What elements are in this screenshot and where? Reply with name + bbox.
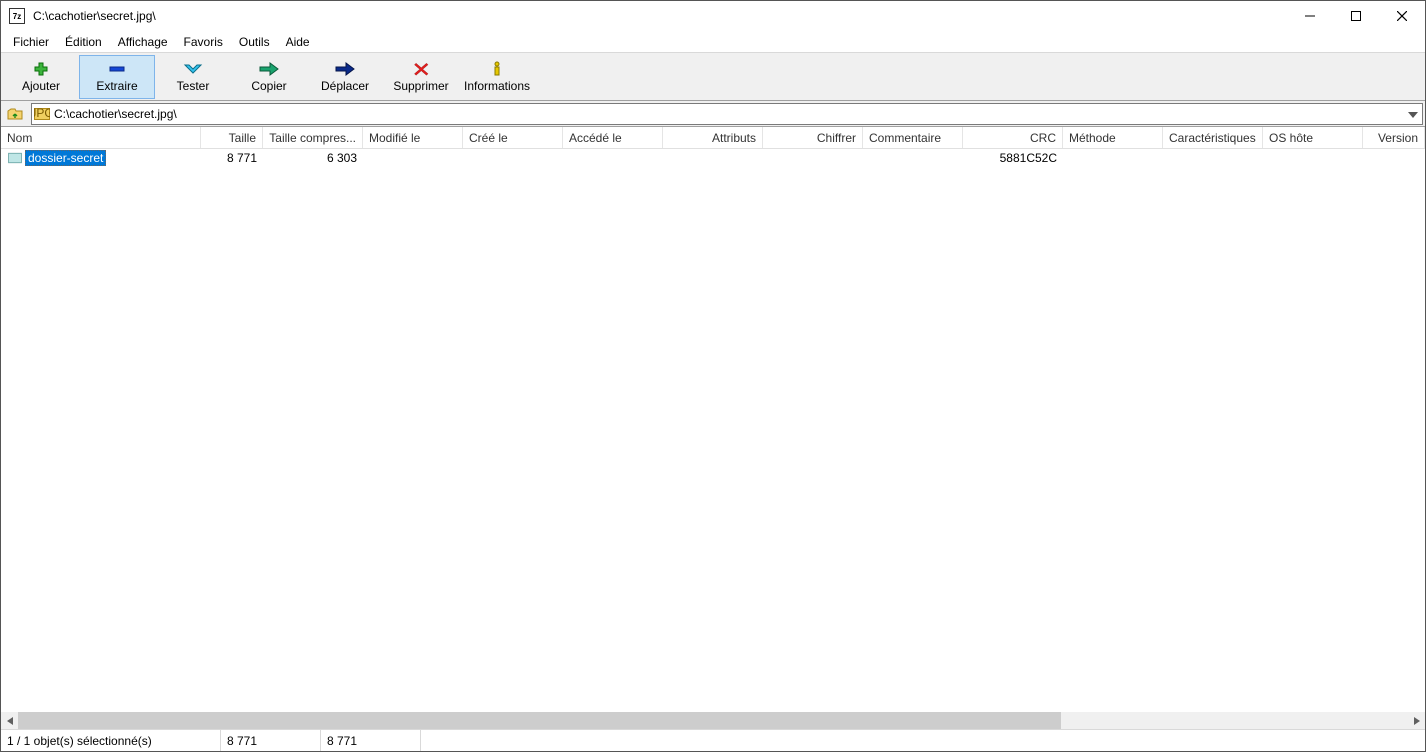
scroll-left-button[interactable] xyxy=(1,712,18,729)
cell-crc: 5881C52C xyxy=(963,151,1063,165)
file-name: dossier-secret xyxy=(25,150,106,166)
path-dropdown[interactable] xyxy=(1408,107,1418,121)
header-nom[interactable]: Nom xyxy=(1,127,201,148)
close-icon xyxy=(1397,11,1407,21)
path-text: C:\cachotier\secret.jpg\ xyxy=(54,107,177,121)
header-version[interactable]: Version xyxy=(1363,127,1425,148)
scroll-right-button[interactable] xyxy=(1408,712,1425,729)
header-cree[interactable]: Créé le xyxy=(463,127,563,148)
menubar: Fichier Édition Affichage Favoris Outils… xyxy=(1,31,1425,53)
extract-button[interactable]: Extraire xyxy=(79,55,155,99)
toolbar: Ajouter Extraire Tester Copier Déplacer … xyxy=(1,53,1425,101)
header-commentaire[interactable]: Commentaire xyxy=(863,127,963,148)
chevron-down-icon xyxy=(1408,112,1418,118)
header-crc[interactable]: CRC xyxy=(963,127,1063,148)
delete-x-icon xyxy=(410,61,432,77)
toolbar-label: Informations xyxy=(464,79,530,93)
filetype-icon: JPG xyxy=(34,107,50,121)
header-modifie[interactable]: Modifié le xyxy=(363,127,463,148)
copy-button[interactable]: Copier xyxy=(231,55,307,99)
menu-fichier[interactable]: Fichier xyxy=(5,31,57,52)
table-row[interactable]: dossier-secret 8 771 6 303 5881C52C xyxy=(1,149,1425,167)
menu-outils[interactable]: Outils xyxy=(231,31,278,52)
cell-taille-compressee: 6 303 xyxy=(263,151,363,165)
toolbar-label: Supprimer xyxy=(393,79,448,93)
check-icon xyxy=(182,61,204,77)
close-button[interactable] xyxy=(1379,1,1425,31)
cell-nom[interactable]: dossier-secret xyxy=(1,150,201,166)
header-taille-compressee[interactable]: Taille compres... xyxy=(263,127,363,148)
horizontal-scrollbar[interactable] xyxy=(1,712,1425,729)
status-size-2: 8 771 xyxy=(321,730,421,751)
up-button[interactable] xyxy=(3,103,27,125)
toolbar-label: Extraire xyxy=(96,79,137,93)
maximize-button[interactable] xyxy=(1333,1,1379,31)
cell-taille: 8 771 xyxy=(201,151,263,165)
chevron-left-icon xyxy=(7,717,13,725)
folder-icon xyxy=(7,151,23,165)
folder-up-icon xyxy=(7,106,23,122)
header-accede[interactable]: Accédé le xyxy=(563,127,663,148)
titlebar: 7z C:\cachotier\secret.jpg\ xyxy=(1,1,1425,31)
app-icon: 7z xyxy=(9,8,25,24)
header-caracteristiques[interactable]: Caractéristiques xyxy=(1163,127,1263,148)
menu-affichage[interactable]: Affichage xyxy=(110,31,176,52)
file-list[interactable]: dossier-secret 8 771 6 303 5881C52C xyxy=(1,149,1425,712)
scroll-track[interactable] xyxy=(18,712,1408,729)
window-controls xyxy=(1287,1,1425,31)
svg-text:JPG: JPG xyxy=(34,107,50,120)
menu-edition[interactable]: Édition xyxy=(57,31,110,52)
header-os[interactable]: OS hôte xyxy=(1263,127,1363,148)
move-arrow-icon xyxy=(334,61,356,77)
minus-icon xyxy=(106,61,128,77)
scroll-thumb[interactable] xyxy=(18,712,1061,729)
menu-favoris[interactable]: Favoris xyxy=(176,31,231,52)
header-attributs[interactable]: Attributs xyxy=(663,127,763,148)
plus-icon xyxy=(30,61,52,77)
chevron-right-icon xyxy=(1414,717,1420,725)
toolbar-label: Copier xyxy=(251,79,286,93)
addressbar: JPG C:\cachotier\secret.jpg\ xyxy=(1,101,1425,127)
minimize-icon xyxy=(1305,11,1315,21)
menu-aide[interactable]: Aide xyxy=(278,31,318,52)
app-window: 7z C:\cachotier\secret.jpg\ Fichier Édit… xyxy=(0,0,1426,752)
toolbar-label: Ajouter xyxy=(22,79,60,93)
toolbar-label: Tester xyxy=(177,79,210,93)
toolbar-label: Déplacer xyxy=(321,79,369,93)
test-button[interactable]: Tester xyxy=(155,55,231,99)
path-input[interactable]: JPG C:\cachotier\secret.jpg\ xyxy=(31,103,1423,125)
status-selection: 1 / 1 objet(s) sélectionné(s) xyxy=(1,730,221,751)
statusbar: 1 / 1 objet(s) sélectionné(s) 8 771 8 77… xyxy=(1,729,1425,751)
info-button[interactable]: Informations xyxy=(459,55,535,99)
column-headers: Nom Taille Taille compres... Modifié le … xyxy=(1,127,1425,149)
add-button[interactable]: Ajouter xyxy=(3,55,79,99)
copy-arrow-icon xyxy=(258,61,280,77)
window-title: C:\cachotier\secret.jpg\ xyxy=(31,9,1287,23)
delete-button[interactable]: Supprimer xyxy=(383,55,459,99)
header-methode[interactable]: Méthode xyxy=(1063,127,1163,148)
maximize-icon xyxy=(1351,11,1361,21)
header-taille[interactable]: Taille xyxy=(201,127,263,148)
status-empty xyxy=(421,730,1425,751)
minimize-button[interactable] xyxy=(1287,1,1333,31)
status-size-1: 8 771 xyxy=(221,730,321,751)
header-chiffrer[interactable]: Chiffrer xyxy=(763,127,863,148)
info-icon xyxy=(486,61,508,77)
move-button[interactable]: Déplacer xyxy=(307,55,383,99)
